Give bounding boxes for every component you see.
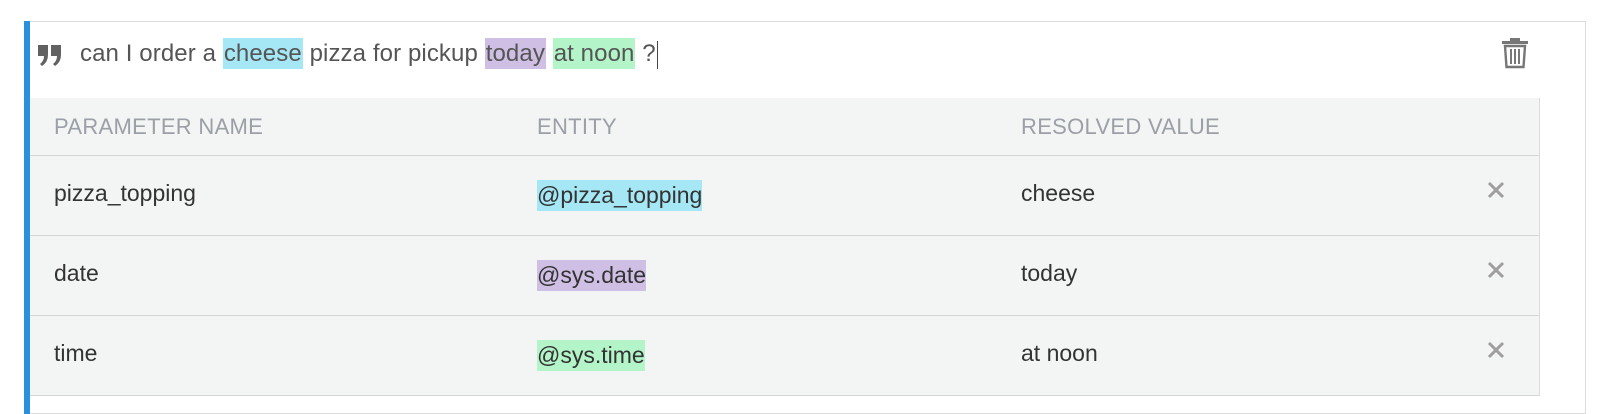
parameter-name-cell[interactable]: date bbox=[54, 260, 99, 287]
table-row: pizza_topping @pizza_topping cheese bbox=[30, 156, 1539, 236]
parameter-table: PARAMETER NAME ENTITY RESOLVED VALUE piz… bbox=[30, 98, 1540, 396]
format-quote-icon bbox=[38, 44, 62, 68]
annotation-time[interactable]: at noon bbox=[552, 38, 636, 69]
header-entity: ENTITY bbox=[537, 114, 618, 139]
parameter-name-cell[interactable]: time bbox=[54, 340, 97, 367]
resolved-value-cell[interactable]: at noon bbox=[1021, 340, 1098, 367]
entity-cell[interactable]: @pizza_topping bbox=[537, 180, 703, 211]
training-phrase-text[interactable]: can I order a cheese pizza for pickup to… bbox=[80, 38, 658, 69]
table-row: time @sys.time at noon bbox=[30, 316, 1539, 396]
text-cursor bbox=[656, 40, 658, 69]
header-resolved-value: RESOLVED VALUE bbox=[1021, 114, 1221, 139]
entity-cell[interactable]: @sys.date bbox=[537, 260, 647, 291]
close-icon[interactable] bbox=[1485, 339, 1507, 361]
annotation-pizza-topping[interactable]: cheese bbox=[222, 38, 303, 69]
table-header: PARAMETER NAME ENTITY RESOLVED VALUE bbox=[30, 98, 1539, 156]
close-icon[interactable] bbox=[1485, 179, 1507, 201]
trash-icon[interactable] bbox=[1500, 37, 1530, 69]
resolved-value-cell[interactable]: today bbox=[1021, 260, 1077, 287]
header-parameter-name: PARAMETER NAME bbox=[54, 114, 264, 139]
annotation-date[interactable]: today bbox=[484, 38, 546, 69]
entity-cell[interactable]: @sys.time bbox=[537, 340, 645, 371]
resolved-value-cell[interactable]: cheese bbox=[1021, 180, 1095, 207]
phrase-segment: ? bbox=[635, 40, 656, 67]
close-icon[interactable] bbox=[1485, 259, 1507, 281]
phrase-segment: pizza for pickup bbox=[302, 40, 485, 67]
phrase-segment bbox=[546, 40, 553, 67]
parameter-name-cell[interactable]: pizza_topping bbox=[54, 180, 196, 207]
phrase-segment: can I order a bbox=[80, 40, 223, 67]
table-row: date @sys.date today bbox=[30, 236, 1539, 316]
